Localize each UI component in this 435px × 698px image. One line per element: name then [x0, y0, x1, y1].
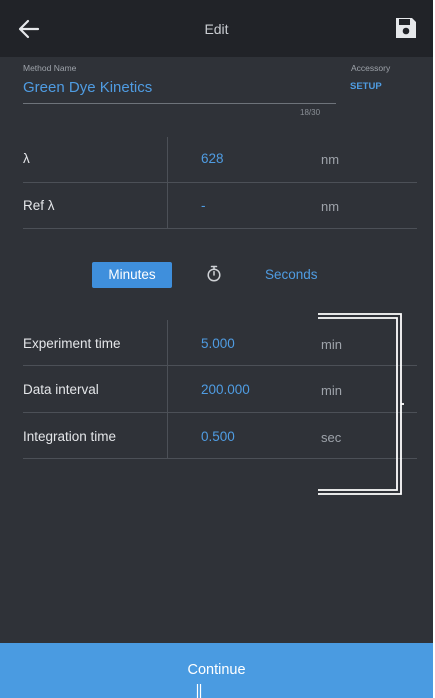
- data-interval-value[interactable]: 200.000: [201, 382, 250, 397]
- integration-time-value[interactable]: 0.500: [201, 429, 235, 444]
- wavelength-column-divider: [167, 137, 168, 229]
- seconds-toggle-button[interactable]: Seconds: [265, 267, 318, 282]
- reference-wavelength-unit: nm: [321, 199, 340, 214]
- data-interval-label: Data interval: [23, 382, 99, 397]
- page-title: Edit: [204, 21, 229, 37]
- callout-bracket: [318, 313, 404, 495]
- method-name-underline: [23, 103, 336, 104]
- wavelength-unit: nm: [321, 152, 340, 167]
- accessory-setup-button[interactable]: SETUP: [350, 81, 382, 92]
- app-screen: Edit Method Name Green Dye Kinetics 18/3…: [0, 0, 433, 698]
- accessory-label: Accessory: [351, 63, 391, 73]
- wavelength-value[interactable]: 628: [201, 151, 224, 166]
- stopwatch-icon[interactable]: [206, 265, 222, 282]
- reference-wavelength-value[interactable]: -: [201, 198, 206, 213]
- continue-button[interactable]: Continue: [0, 643, 433, 698]
- character-counter: 18/30: [300, 108, 321, 117]
- top-app-bar: Edit: [0, 0, 433, 57]
- row-divider: [23, 228, 417, 229]
- minutes-toggle-button[interactable]: Minutes: [92, 262, 172, 288]
- callout-pointer: [196, 684, 202, 698]
- save-icon[interactable]: [394, 16, 418, 40]
- experiment-time-value[interactable]: 5.000: [201, 336, 235, 351]
- experiment-time-label: Experiment time: [23, 336, 121, 351]
- reference-wavelength-label: Ref λ: [23, 198, 55, 213]
- timing-column-divider: [167, 320, 168, 459]
- row-divider: [23, 182, 417, 183]
- method-name-label: Method Name: [23, 63, 77, 73]
- integration-time-label: Integration time: [23, 429, 117, 444]
- wavelength-label: λ: [23, 151, 30, 166]
- method-name-input[interactable]: Green Dye Kinetics: [23, 79, 152, 96]
